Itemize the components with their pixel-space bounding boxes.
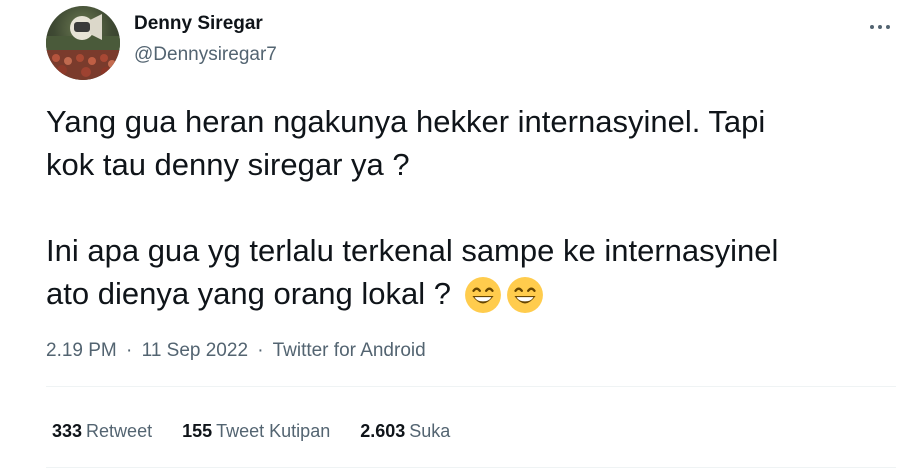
avatar[interactable] [46, 6, 120, 80]
grinning-face-icon [506, 276, 544, 325]
avatar-image [46, 14, 120, 80]
tweet-time[interactable]: 2.19 PM [46, 340, 117, 361]
tweet-paragraph-1: Yang gua heran ngakunya hekker internasy… [46, 100, 896, 186]
tweet-meta: 2.19 PM · 11 Sep 2022 · Twitter for Andr… [46, 340, 426, 362]
meta-separator: · [126, 340, 133, 361]
likes-stat[interactable]: 2.603 Suka [360, 421, 450, 442]
meta-separator: · [257, 340, 264, 361]
tweet-text: Yang gua heran ngakunya hekker internasy… [46, 100, 896, 325]
tweet-date[interactable]: 11 Sep 2022 [142, 340, 248, 361]
tweet-line: Ini apa gua yg terlalu terkenal sampe ke… [46, 233, 779, 268]
more-icon [870, 25, 874, 29]
divider [46, 386, 896, 387]
quotes-stat[interactable]: 155 Tweet Kutipan [182, 421, 330, 442]
grinning-face-icon [464, 276, 502, 325]
divider [46, 467, 896, 468]
tweet: Denny Siregar @Dennysiregar7 Yang gua he… [0, 0, 913, 471]
tweet-line: ato dienya yang orang lokal ? [46, 276, 452, 311]
author-handle[interactable]: @Dennysiregar7 [134, 44, 277, 66]
tweet-line: kok tau denny siregar ya ? [46, 147, 410, 182]
tweet-paragraph-2: Ini apa gua yg terlalu terkenal sampe ke… [46, 229, 896, 325]
retweets-stat[interactable]: 333 Retweet [52, 421, 152, 442]
author-name[interactable]: Denny Siregar [134, 13, 263, 35]
tweet-line: Yang gua heran ngakunya hekker internasy… [46, 104, 766, 139]
retweets-count: 333 [52, 421, 83, 441]
tweet-source[interactable]: Twitter for Android [273, 340, 426, 361]
quotes-count: 155 [182, 421, 213, 441]
more-icon [878, 25, 882, 29]
retweets-label: Retweet [86, 421, 153, 441]
more-icon [886, 25, 890, 29]
likes-count: 2.603 [360, 421, 406, 441]
likes-label: Suka [409, 421, 451, 441]
more-options-button[interactable] [860, 14, 900, 40]
tweet-stats: 333 Retweet 155 Tweet Kutipan 2.603 Suka [52, 421, 480, 442]
quotes-label: Tweet Kutipan [216, 421, 331, 441]
